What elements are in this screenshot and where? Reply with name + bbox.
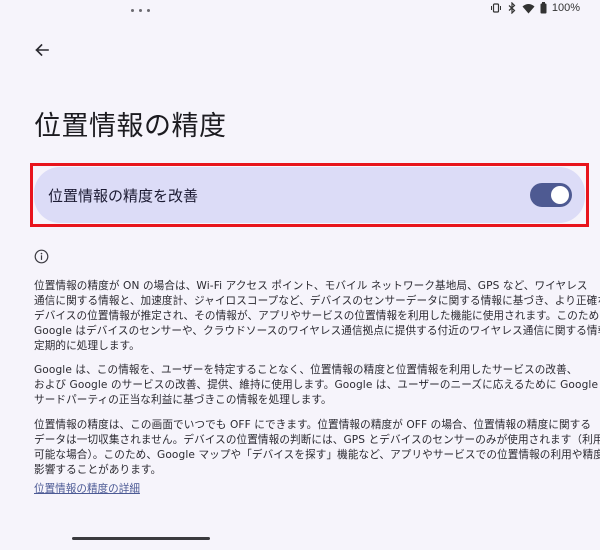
description-paragraph-3: 位置情報の精度は、この画面でいつでも OFF にできます。位置情報の精度が OF… [34,418,600,478]
dot [139,9,142,12]
bluetooth-icon [507,2,517,14]
description-line: サードパーティの正当な利益に基づきこの情報を処理します。 [34,394,332,406]
battery-percent: 100% [551,2,580,14]
description-line: Google は、この情報を、ユーザーを特定することなく、位置情報の精度と位置情… [34,364,578,376]
description-line: および Google のサービスの改善、提供、維持に使用します。Google は… [34,379,600,391]
battery-icon [540,2,547,14]
status-icons: 100% [490,2,580,14]
wifi-icon [522,3,535,14]
description-line: 位置情報の精度が ON の場合は、Wi-Fi アクセス ポイント、モバイル ネッ… [34,280,588,292]
dot [131,9,134,12]
description-line: 定期的に処理します。 [34,340,140,352]
vibrate-icon [490,2,502,14]
description-line: 位置情報の精度は、この画面でいつでも OFF にできます。位置情報の精度が OF… [34,419,592,431]
info-icon [34,249,49,264]
description-paragraph-2: Google は、この情報を、ユーザーを特定することなく、位置情報の精度と位置情… [34,363,600,408]
back-button[interactable] [30,38,54,62]
accuracy-details-link[interactable]: 位置情報の精度の詳細 [34,481,140,496]
gesture-nav-handle[interactable] [72,537,210,540]
description-line: 通信に関する情報と、加速度計、ジャイロスコープなど、デバイスのセンサーデータに関… [34,295,600,307]
description-line: 影響することがあります。 [34,464,162,476]
description-line: 可能な場合）。このため、Google マップや「デバイスを探す」機能など、アプリ… [34,449,600,461]
description-paragraph-1: 位置情報の精度が ON の場合は、Wi-Fi アクセス ポイント、モバイル ネッ… [34,279,600,354]
status-bar: 100% [0,0,600,20]
arrow-left-icon [35,43,49,57]
window-dots[interactable] [131,9,150,12]
dot [147,9,150,12]
highlight-frame [30,163,589,227]
description-line: デバイスの位置情報が推定され、その情報が、アプリやサービスの位置情報を利用した機… [34,310,600,322]
page-title: 位置情報の精度 [34,111,227,142]
description-line: Google はデバイスのセンサーや、クラウドソースのワイヤレス通信拠点に提供す… [34,325,600,337]
description-line: データは一切収集されません。デバイスの位置情報の判断には、GPS とデバイスのセ… [34,434,600,446]
